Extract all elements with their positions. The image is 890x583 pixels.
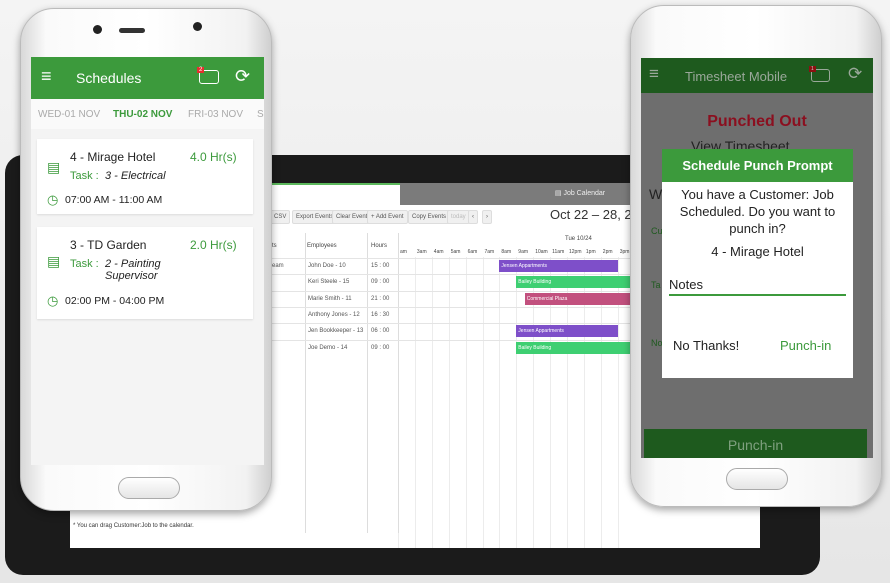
left-phone: ≡ Schedules 2 ⟳ WED-01 NOV THU-02 NOV FRI-…: [20, 8, 272, 511]
document-icon: ▤: [47, 253, 61, 269]
calendar-event[interactable]: Commercial Plaza: [524, 292, 635, 305]
clock-icon: ◷: [47, 293, 59, 308]
time-range: 02:00 PM - 04:00 PM: [65, 295, 165, 307]
calendar-event[interactable]: Bailey Building: [516, 276, 635, 289]
day-tab[interactable]: THU-02 NOV: [113, 109, 172, 120]
calendar-event[interactable]: Jensen Appartments: [499, 260, 618, 272]
document-icon: ▤: [47, 159, 61, 175]
day-tab[interactable]: FRI-03 NOV: [188, 109, 243, 120]
hour-label: 3pm: [619, 249, 630, 255]
camera: [193, 22, 202, 31]
hour-label: 10am: [535, 249, 548, 255]
toolbar-button[interactable]: today: [447, 210, 470, 224]
day-tab[interactable]: WED-01 NOV: [38, 109, 100, 120]
toolbar-button[interactable]: + Add Event: [367, 210, 408, 224]
toolbar-button[interactable]: Export Events: [292, 210, 338, 224]
cell-hours: 16 : 30: [371, 311, 390, 318]
cell-employee: Keri Steele - 15: [308, 279, 350, 286]
home-button[interactable]: [118, 477, 180, 499]
job-hours: 4.0 Hr(s): [190, 150, 237, 164]
message-badge: 1: [809, 66, 816, 72]
task-label: Task :: [70, 170, 99, 182]
bg-label: W: [649, 186, 663, 202]
cell-hours: 09 : 00: [371, 344, 390, 351]
job-name: 4 - Mirage Hotel: [70, 150, 156, 164]
toolbar-button[interactable]: CSV: [270, 210, 291, 224]
time-range: 07:00 AM - 11:00 AM: [65, 194, 163, 206]
menu-icon[interactable]: ≡: [649, 64, 659, 84]
day-header: Tue 10/24: [565, 236, 592, 242]
hour-label: 11am: [552, 249, 565, 255]
calendar-event[interactable]: Jensen Appartments: [516, 325, 618, 338]
hour-label: 6am: [467, 249, 478, 255]
col-header-hours: Hours: [371, 243, 388, 249]
punch-in-button[interactable]: Punch-in: [644, 429, 867, 458]
app-header: ≡ Schedules 2 ⟳: [31, 57, 264, 99]
left-phone-screen: ≡ Schedules 2 ⟳ WED-01 NOV THU-02 NOV FRI-…: [31, 57, 264, 465]
day-tab[interactable]: S: [257, 109, 264, 120]
hour-label: 9am: [518, 249, 529, 255]
refresh-icon[interactable]: ⟳: [848, 64, 862, 84]
hour-label: 2pm: [602, 249, 613, 255]
refresh-icon[interactable]: ⟳: [235, 66, 250, 87]
col-header-employees: Employees: [307, 243, 337, 249]
cell-partial: eam: [272, 263, 284, 269]
page-title: Timesheet Mobile: [685, 69, 788, 84]
sensor: [93, 25, 102, 34]
dialog-punch-in-button[interactable]: Punch-in: [780, 338, 831, 353]
prev-icon[interactable]: ‹: [468, 210, 478, 224]
task-name: 3 - Electrical: [105, 170, 166, 182]
cell-hours: 15 : 00: [371, 263, 390, 269]
menu-icon[interactable]: ≡: [41, 66, 52, 87]
task-label: Task :: [70, 258, 99, 270]
hour-label: 4am: [433, 249, 444, 255]
home-button[interactable]: [726, 468, 788, 490]
notes-input[interactable]: Notes: [669, 277, 846, 296]
hour-label: 5am: [450, 249, 461, 255]
col-header-partial: ts: [272, 243, 277, 249]
schedule-card[interactable]: ▤ 3 - TD Garden 2.0 Hr(s) Task : 2 - Pai…: [37, 227, 253, 319]
customer-label: Cu: [651, 226, 663, 236]
cell-employee: Jen Bookkeeper - 13: [308, 328, 364, 335]
punch-status: Punched Out: [707, 113, 807, 130]
speaker: [119, 28, 145, 33]
job-name: 3 - TD Garden: [70, 238, 147, 252]
cell-hours: 09 : 00: [371, 279, 390, 286]
cell-hours: 06 : 00: [371, 328, 390, 335]
calendar-event[interactable]: Bailey Building: [516, 341, 635, 354]
hour-label: 1pm: [585, 249, 596, 255]
message-badge: 2: [197, 67, 205, 73]
hour-label: 7am: [484, 249, 495, 255]
cell-employee: Anthony Jones - 12: [308, 311, 360, 318]
app-header: ≡ Timesheet Mobile 1 ⟳: [641, 58, 873, 93]
tab-left[interactable]: [270, 183, 400, 205]
hour-label: 8am: [501, 249, 512, 255]
task-name: 2 - Painting Supervisor: [105, 258, 161, 282]
cell-employee: Joe Demo - 14: [308, 344, 348, 351]
dialog-job: 4 - Mirage Hotel: [711, 244, 804, 259]
task-label: Ta: [651, 280, 661, 290]
hour-label: 12pm: [569, 249, 582, 255]
toolbar-button[interactable]: Copy Events: [408, 210, 451, 224]
clock-icon: ◷: [47, 192, 59, 207]
punch-prompt-dialog: Schedule Punch Prompt You have a Custome…: [662, 149, 853, 378]
dialog-title: Schedule Punch Prompt: [662, 149, 853, 182]
cell-hours: 21 : 00: [371, 295, 390, 302]
next-icon[interactable]: ›: [482, 210, 492, 224]
drag-note: * You can drag Customer:Job to the calen…: [73, 523, 194, 529]
dialog-message: You have a Customer: Job Scheduled. Do y…: [679, 187, 836, 236]
notes-label: No: [651, 338, 663, 348]
schedule-card[interactable]: ▤ 4 - Mirage Hotel 4.0 Hr(s) Task : 3 - …: [37, 139, 253, 214]
page-title: Schedules: [76, 70, 142, 86]
right-phone-screen: ≡ Timesheet Mobile 1 ⟳ Punched Out View …: [641, 58, 873, 458]
day-tabs: WED-01 NOV THU-02 NOV FRI-03 NOV S: [31, 99, 264, 129]
no-thanks-button[interactable]: No Thanks!: [673, 338, 739, 353]
cell-employee: John Doe - 10: [308, 263, 346, 269]
hour-label: am: [400, 249, 407, 255]
right-phone: ≡ Timesheet Mobile 1 ⟳ Punched Out View …: [630, 5, 882, 507]
job-hours: 2.0 Hr(s): [190, 238, 237, 252]
hour-label: 3am: [416, 249, 427, 255]
cell-employee: Marie Smith - 11: [308, 295, 352, 302]
